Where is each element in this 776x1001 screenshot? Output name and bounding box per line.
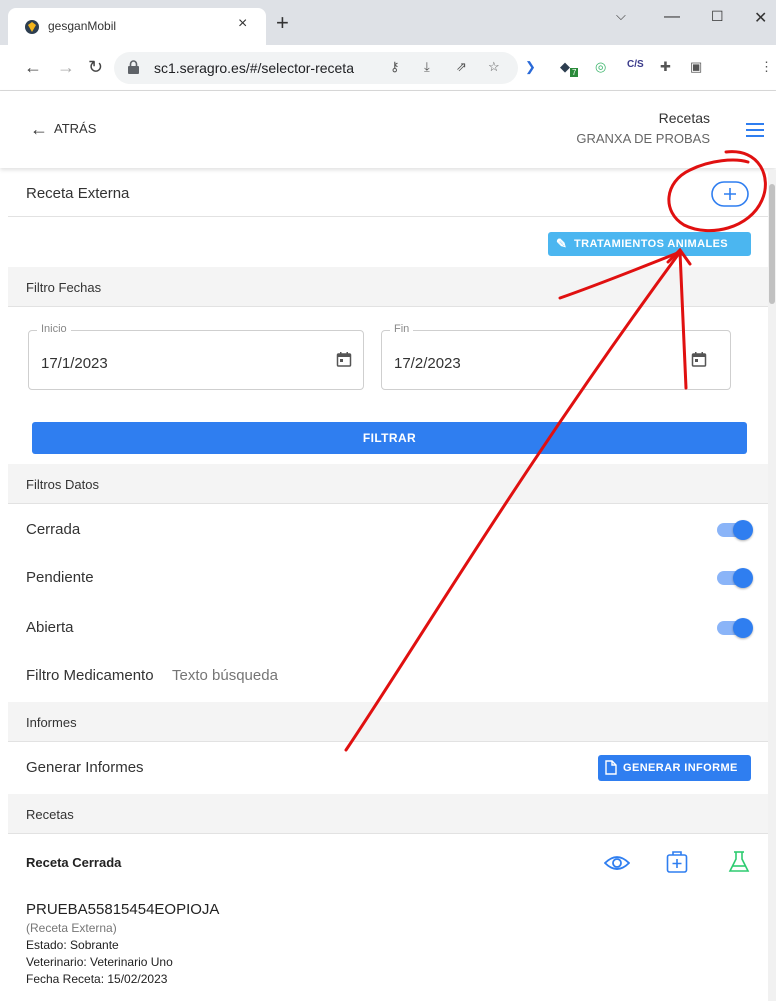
tab-search-icon[interactable]: ⌵ <box>616 8 626 24</box>
cerrada-label: Cerrada <box>26 521 81 538</box>
bookmark-star-icon[interactable]: ☆ <box>488 59 500 75</box>
tratamientos-animales-button[interactable]: ✎ TRATAMIENTOS ANIMALES <box>548 232 751 256</box>
scrollbar-track[interactable] <box>768 170 776 1001</box>
section-title: Filtros Datos <box>26 477 99 492</box>
maximize-icon[interactable]: ☐ <box>711 8 724 25</box>
document-icon <box>605 760 617 775</box>
inicio-date-field[interactable]: Inicio 17/1/2023 <box>28 323 364 390</box>
forward-nav-icon[interactable]: → <box>57 57 75 78</box>
scrollbar-thumb[interactable] <box>769 184 775 304</box>
inicio-label: Inicio <box>37 323 71 335</box>
flask-icon[interactable] <box>728 850 750 874</box>
recetas-header: Recetas <box>8 794 768 834</box>
extension-cs-icon[interactable]: C/S <box>627 59 644 70</box>
browser-toolbar: ← → ↻ sc1.seragro.es/#/selector-receta ⚷… <box>0 45 776 123</box>
receta-fecha: Fecha Receta: 15/02/2023 <box>26 972 168 986</box>
minimize-icon[interactable]: — <box>664 8 680 26</box>
reload-icon[interactable]: ↻ <box>88 57 103 78</box>
receta-code: PRUEBA55815454EOPIOJA <box>26 901 220 918</box>
medical-kit-icon[interactable] <box>666 850 688 874</box>
back-nav-icon[interactable]: ← <box>24 57 42 78</box>
divider <box>8 216 768 217</box>
extensions-puzzle-icon[interactable]: ✚ <box>660 59 671 75</box>
add-receta-externa-icon[interactable] <box>711 181 749 207</box>
generar-informe-label: GENERAR INFORME <box>623 762 738 774</box>
filtrar-button[interactable]: FILTRAR <box>32 422 747 454</box>
new-tab-icon[interactable]: + <box>276 10 289 36</box>
abierta-toggle[interactable] <box>717 618 753 638</box>
hamburger-menu-icon[interactable] <box>746 123 764 137</box>
back-label: ATRÁS <box>54 121 97 136</box>
tab-title: gesganMobil <box>48 19 117 33</box>
informes-header: Informes <box>8 702 768 742</box>
receta-externa-label: Receta Externa <box>26 185 130 202</box>
filtro-medicamento-label: Filtro Medicamento <box>26 667 154 684</box>
side-panel-icon[interactable]: ▣ <box>690 59 702 75</box>
abierta-label: Abierta <box>26 619 74 636</box>
fin-date-field[interactable]: Fin 17/2/2023 <box>381 323 731 390</box>
close-window-icon[interactable]: ✕ <box>754 8 767 28</box>
inicio-value: 17/1/2023 <box>41 355 108 372</box>
url-text: sc1.seragro.es/#/selector-receta <box>154 60 354 76</box>
tratamientos-label: TRATAMIENTOS ANIMALES <box>574 238 729 250</box>
receta-estado: Estado: Sobrante <box>26 938 119 952</box>
section-title: Informes <box>26 715 77 730</box>
key-icon[interactable]: ⚷ <box>390 59 400 75</box>
pendiente-label: Pendiente <box>26 569 94 586</box>
cerrada-toggle[interactable] <box>717 520 753 540</box>
share-icon[interactable]: ⇗ <box>456 59 467 75</box>
fin-value: 17/2/2023 <box>394 355 461 372</box>
page-title: Recetas <box>658 110 710 126</box>
arrow-left-icon: ← <box>30 119 48 139</box>
generar-informe-button[interactable]: GENERAR INFORME <box>598 755 751 781</box>
medicamento-search-input[interactable] <box>172 664 472 686</box>
app-header: ← ATRÁS Recetas GRANXA DE PROBAS <box>0 91 776 168</box>
extension-badge-icon[interactable]: ◆ 7 <box>560 59 579 77</box>
section-title: Filtro Fechas <box>26 280 102 295</box>
lock-icon <box>128 60 139 74</box>
filtros-datos-header: Filtros Datos <box>8 464 768 504</box>
extension-arrow-icon[interactable]: ❯ <box>525 59 536 75</box>
pendiente-toggle[interactable] <box>717 568 753 588</box>
filtro-fechas-header: Filtro Fechas <box>8 267 768 307</box>
browser-menu-icon[interactable]: ⋮ <box>760 59 773 75</box>
fin-label: Fin <box>390 323 414 335</box>
install-icon[interactable]: ⤓ <box>424 59 430 75</box>
section-title: Recetas <box>26 807 74 822</box>
browser-tab[interactable]: gesganMobil × <box>8 8 266 45</box>
app-favicon-icon <box>25 20 39 34</box>
receta-tipo: (Receta Externa) <box>26 921 117 935</box>
farm-name: GRANXA DE PROBAS <box>576 131 710 146</box>
calendar-icon[interactable] <box>336 351 352 367</box>
browser-titlebar: gesganMobil × + ⌵ — ☐ ✕ <box>0 0 776 45</box>
generar-informes-label: Generar Informes <box>26 759 144 776</box>
receta-veterinario: Veterinario: Veterinario Uno <box>26 955 173 969</box>
receta-heading: Receta Cerrada <box>26 855 122 870</box>
tab-close-icon[interactable]: × <box>238 15 247 33</box>
calendar-icon[interactable] <box>691 351 707 367</box>
extension-circle-icon[interactable]: ◎ <box>595 59 606 75</box>
eye-icon[interactable] <box>604 853 630 873</box>
paperclip-icon: ✎ <box>556 236 568 251</box>
back-button[interactable]: ← ATRÁS <box>30 119 96 140</box>
